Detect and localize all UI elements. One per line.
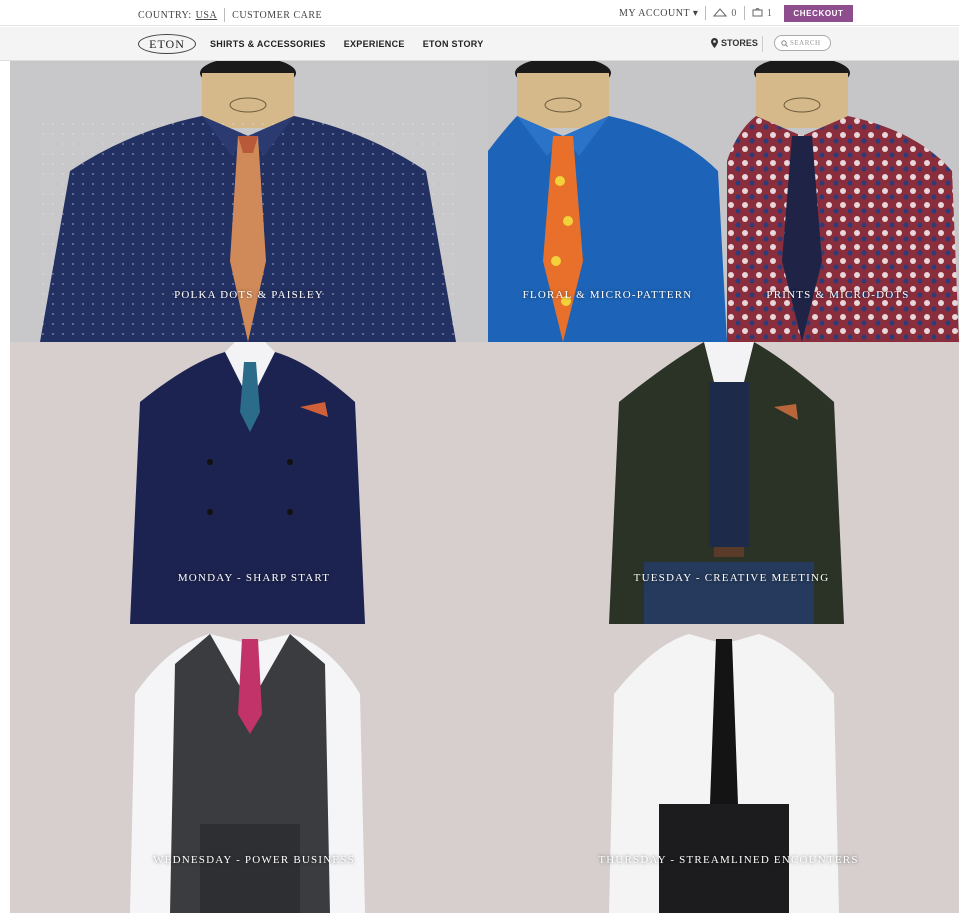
look-tile-tuesday[interactable]: TUESDAY - CREATIVE MEETING	[484, 342, 959, 624]
divider	[762, 36, 763, 52]
shopping-bag-icon[interactable]	[752, 7, 763, 20]
look-caption: THURSDAY - STREAMLINED ENCOUNTERS	[598, 854, 859, 866]
collection-caption: FLORAL & MICRO-PATTERN	[522, 289, 693, 301]
collection-caption: PRINTS & MICRO-DOTS	[766, 289, 910, 301]
location-pin-icon	[711, 38, 718, 48]
nav-eton-story[interactable]: ETON STORY	[423, 39, 484, 49]
collection-tile-polka-dots[interactable]: POLKA DOTS & PAISLEY	[10, 61, 488, 342]
search-placeholder: SEARCH	[790, 39, 821, 47]
suit-look-image	[10, 624, 484, 913]
collection-tile-floral[interactable]: FLORAL & MICRO-PATTERN	[488, 61, 727, 342]
look-tile-wednesday[interactable]: WEDNESDAY - POWER BUSINESS	[10, 624, 484, 913]
stores-link[interactable]: STORES	[711, 38, 758, 48]
main-nav: ETON SHIRTS & ACCESSORIES EXPERIENCE ETO…	[0, 27, 959, 61]
bag-count: 1	[766, 7, 773, 19]
country-selector[interactable]: USA	[196, 10, 218, 21]
suit-look-image	[484, 624, 959, 913]
country-label: COUNTRY:	[138, 9, 192, 21]
collection-tile-prints[interactable]: PRINTS & MICRO-DOTS	[727, 61, 959, 342]
look-tile-thursday[interactable]: THURSDAY - STREAMLINED ENCOUNTERS	[484, 624, 959, 913]
search-icon	[781, 39, 788, 47]
my-account-menu[interactable]: MY ACCOUNT ▾	[619, 8, 698, 19]
look-caption: MONDAY - SHARP START	[177, 572, 331, 584]
utility-bar: COUNTRY: USA CUSTOMER CARE MY ACCOUNT ▾ …	[0, 0, 959, 26]
divider	[224, 8, 226, 22]
eton-logo[interactable]: ETON	[138, 34, 196, 54]
collection-caption: POLKA DOTS & PAISLEY	[174, 289, 324, 301]
nav-shirts-accessories[interactable]: SHIRTS & ACCESSORIES	[210, 39, 326, 49]
wishlist-count: 0	[731, 7, 737, 19]
checkout-button[interactable]: CHECKOUT	[784, 4, 853, 22]
wishlist-icon[interactable]	[713, 7, 728, 20]
look-caption: WEDNESDAY - POWER BUSINESS	[153, 854, 355, 866]
search-input[interactable]: SEARCH	[774, 35, 831, 51]
divider	[743, 6, 745, 20]
stores-label: STORES	[721, 38, 758, 48]
look-tile-monday[interactable]: MONDAY - SHARP START	[10, 342, 484, 624]
divider	[705, 6, 707, 20]
look-caption: TUESDAY - CREATIVE MEETING	[633, 572, 830, 584]
customer-care-link[interactable]: CUSTOMER CARE	[232, 10, 322, 21]
nav-experience[interactable]: EXPERIENCE	[344, 39, 405, 49]
